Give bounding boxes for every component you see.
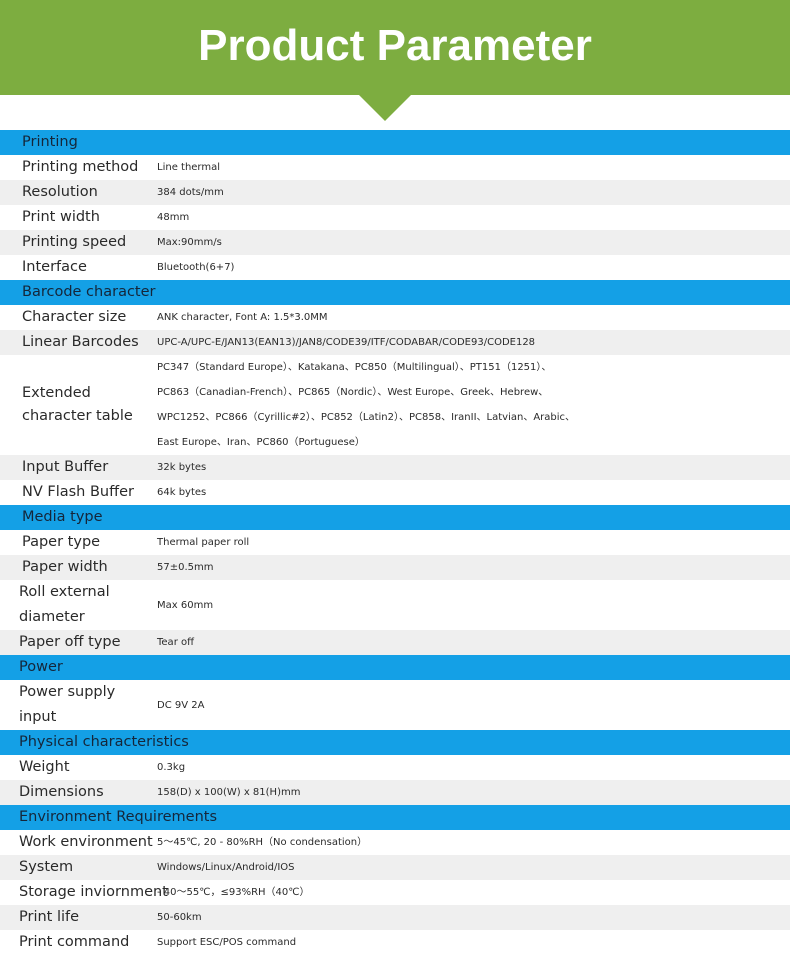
row-label: Print width [22, 209, 100, 225]
row-value: 32k bytes [157, 462, 207, 473]
section-title: Environment Requirements [19, 809, 218, 825]
table-row: Printing speed Max:90mm/s [0, 230, 790, 255]
row-label: Paper off type [19, 634, 121, 650]
section-title: Barcode character [22, 284, 156, 300]
row-label: Print life [19, 909, 80, 925]
row-value: 0.3kg [157, 762, 186, 773]
table-row: Linear Barcodes UPC-A/UPC-E/JAN13(EAN13)… [0, 330, 790, 355]
table-row: Print width 48mm [0, 205, 790, 230]
section-title: Power [19, 659, 63, 675]
header-banner: Product Parameter [0, 0, 790, 95]
row-value: 57±0.5mm [157, 562, 214, 573]
row-label: Dimensions [19, 784, 104, 800]
row-value: Bluetooth(6+7) [157, 262, 235, 273]
section-physical: Physical characteristics [0, 730, 790, 755]
row-label: Weight [19, 759, 70, 775]
row-label: Power supply input [19, 684, 116, 725]
row-label: Printing speed [22, 234, 127, 250]
row-label: Resolution [22, 184, 98, 200]
row-label: Print command [19, 934, 130, 950]
row-label: Input Buffer [22, 459, 109, 475]
row-value: Max:90mm/s [157, 237, 222, 248]
table-row: Paper width 57±0.5mm [0, 555, 790, 580]
row-label: Paper width [22, 559, 108, 575]
table-row: Power supply input DC 9V 2A [0, 680, 790, 730]
page-title: Product Parameter [198, 21, 592, 70]
section-title: Printing [22, 134, 78, 150]
section-title: Media type [22, 509, 103, 525]
table-row: Weight 0.3kg [0, 755, 790, 780]
table-row: Print command Support ESC/POS command [0, 930, 790, 955]
row-value: 158(D) x 100(W) x 81(H)mm [157, 787, 301, 798]
table-row: Printing method Line thermal [0, 155, 790, 180]
row-value: Line thermal [157, 162, 221, 173]
parameter-table: Printing Printing method Line thermal Re… [0, 130, 790, 955]
value-line: WPC1252、PC866（Cyrillic#2）、PC852（Latin2）、… [157, 412, 576, 423]
table-row: Interface Bluetooth(6+7) [0, 255, 790, 280]
table-row: Character size ANK character, Font A: 1.… [0, 305, 790, 330]
section-barcode: Barcode character [0, 280, 790, 305]
row-value: - 40～55℃，≤93%RH（40℃） [157, 887, 310, 898]
table-row: Input Buffer 32k bytes [0, 455, 790, 480]
banner-pointer [358, 94, 412, 121]
row-value: Max 60mm [157, 599, 214, 611]
row-label: Paper type [22, 534, 101, 550]
table-row: Paper type Thermal paper roll [0, 530, 790, 555]
row-label: Extended character table [22, 385, 133, 424]
row-value: DC 9V 2A [157, 699, 205, 711]
row-label: Interface [22, 259, 87, 275]
table-row: Extended character table PC347（Standard … [0, 355, 790, 455]
row-label: Roll external diameter [19, 584, 110, 625]
section-media: Media type [0, 505, 790, 530]
table-row: System Windows/Linux/Android/IOS [0, 855, 790, 880]
row-value: 64k bytes [157, 487, 207, 498]
table-row: Dimensions 158(D) x 100(W) x 81(H)mm [0, 780, 790, 805]
table-row: Roll external diameter Max 60mm [0, 580, 790, 630]
row-label: Printing method [22, 159, 139, 175]
table-row: Paper off type Tear off [0, 630, 790, 655]
table-row: Work environment 5～45℃, 20 - 80%RH（No co… [0, 830, 790, 855]
row-label: Work environment [19, 834, 153, 850]
table-row: NV Flash Buffer 64k bytes [0, 480, 790, 505]
value-line: East Europe、Iran、PC860（Portuguese） [157, 437, 365, 448]
row-value: ANK character, Font A: 1.5*3.0MM [157, 312, 328, 323]
row-value: Support ESC/POS command [157, 937, 297, 948]
row-value: UPC-A/UPC-E/JAN13(EAN13)/JAN8/CODE39/ITF… [157, 337, 536, 348]
row-label: Character size [22, 309, 127, 325]
row-value: Tear off [157, 637, 194, 648]
section-printing: Printing [0, 130, 790, 155]
row-label: Storage inviornment [19, 884, 168, 900]
row-value: 5～45℃, 20 - 80%RH（No condensation） [157, 837, 368, 848]
table-row: Storage inviornment - 40～55℃，≤93%RH（40℃） [0, 880, 790, 905]
table-row: Print life 50-60km [0, 905, 790, 930]
row-value: 50-60km [157, 912, 202, 923]
row-value: 48mm [157, 212, 190, 223]
table-row: Resolution 384 dots/mm [0, 180, 790, 205]
value-line: PC347（Standard Europe）、Katakana、PC850（Mu… [157, 362, 552, 373]
row-label: System [19, 859, 74, 875]
row-value: PC347（Standard Europe）、Katakana、PC850（Mu… [157, 355, 790, 455]
row-value: Windows/Linux/Android/IOS [157, 862, 295, 873]
row-label: NV Flash Buffer [22, 484, 134, 500]
value-line: PC863（Canadian-French）、PC865（Nordic）、Wes… [157, 387, 549, 398]
section-environment: Environment Requirements [0, 805, 790, 830]
section-power: Power [0, 655, 790, 680]
section-title: Physical characteristics [19, 734, 189, 750]
row-value: 384 dots/mm [157, 187, 224, 198]
row-value: Thermal paper roll [157, 537, 250, 548]
row-label: Linear Barcodes [22, 334, 139, 350]
